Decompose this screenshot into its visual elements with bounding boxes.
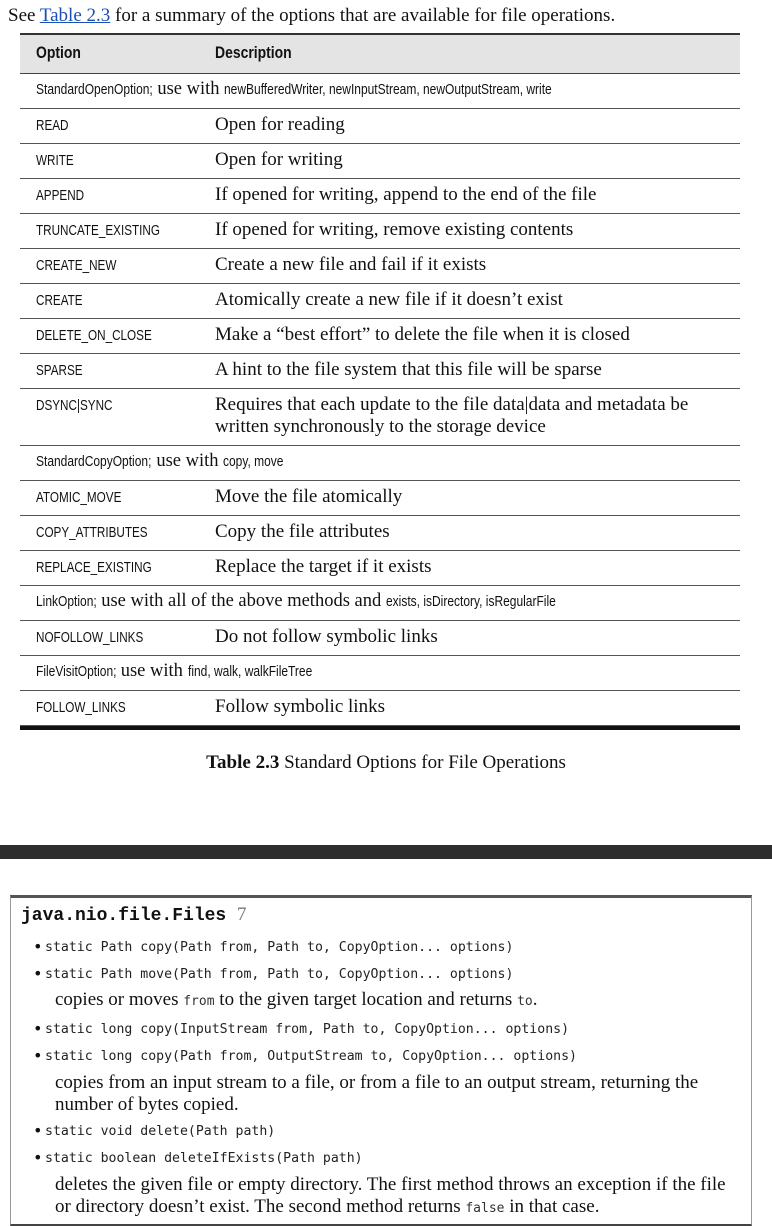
option-description: Requires that each update to the file da… [215, 394, 689, 437]
table-row: COPY_ATTRIBUTES Copy the file attributes [20, 516, 740, 551]
table-row: ATOMIC_MOVE Move the file atomically [20, 481, 740, 516]
option-name: REPLACE_EXISTING [36, 559, 152, 576]
group-label: StandardCopyOption; use with copy, move [36, 451, 284, 471]
api-class-title: java.nio.file.Files 7 [21, 904, 247, 926]
option-description: Atomically create a new file if it doesn… [215, 289, 563, 310]
option-description: A hint to the file system that this file… [215, 359, 602, 380]
option-description: If opened for writing, append to the end… [215, 184, 597, 205]
option-name: TRUNCATE_EXISTING [36, 222, 160, 239]
option-name: READ [36, 117, 69, 134]
method-signature: static boolean deleteIfExists(Path path) [33, 1148, 363, 1167]
method-description: deletes the given file or empty director… [55, 1174, 726, 1217]
option-description: Follow symbolic links [215, 696, 385, 717]
option-name: WRITE [36, 152, 74, 169]
api-version: 7 [237, 904, 247, 925]
table-row: NOFOLLOW_LINKS Do not follow symbolic lin… [20, 621, 740, 656]
table-group-row: StandardOpenOption; use with newBuffered… [20, 74, 740, 109]
method-description: copies from an input stream to a file, o… [55, 1072, 699, 1115]
table-row: WRITE Open for writing [20, 144, 740, 179]
table-row: CREATE_NEW Create a new file and fail if … [20, 249, 740, 284]
option-description: Open for reading [215, 114, 345, 135]
option-name: FOLLOW_LINKS [36, 699, 126, 716]
api-box: java.nio.file.Files 7 static Path copy(P… [10, 895, 752, 1226]
option-name: ATOMIC_MOVE [36, 489, 122, 506]
intro-paragraph: See Table 2.3 for a summary of the optio… [8, 5, 616, 26]
table-row: TRUNCATE_EXISTING If opened for writing, … [20, 214, 740, 249]
table-bottom-rule [20, 726, 740, 730]
method-signature: static void delete(Path path) [33, 1121, 275, 1140]
option-description: Open for writing [215, 149, 343, 170]
table-row: SPARSE A hint to the file system that thi… [20, 354, 740, 389]
table-row: CREATE Atomically create a new file if it… [20, 284, 740, 319]
table-reference-link[interactable]: Table 2.3 [40, 5, 110, 26]
table-row: REPLACE_EXISTING Replace the target if it… [20, 551, 740, 586]
option-description: Do not follow symbolic links [215, 626, 438, 647]
method-signature: static long copy(Path from, OutputStream… [33, 1046, 577, 1065]
group-label: StandardOpenOption; use with newBuffered… [36, 79, 552, 99]
option-name: COPY_ATTRIBUTES [36, 524, 148, 541]
option-description: Replace the target if it exists [215, 556, 432, 577]
option-description: Move the file atomically [215, 486, 403, 507]
option-name: DSYNC|SYNC [36, 397, 113, 414]
table-group-row: StandardCopyOption; use with copy, move [20, 446, 740, 481]
group-label: FileVisitOption; use with find, walk, wa… [36, 661, 312, 681]
table-group-row: LinkOption; use with all of the above me… [20, 586, 740, 621]
option-name: NOFOLLOW_LINKS [36, 629, 144, 646]
table-group-row: FileVisitOption; use with find, walk, wa… [20, 656, 740, 691]
table-row: READ Open for reading [20, 109, 740, 144]
table-row: FOLLOW_LINKS Follow symbolic links [20, 691, 740, 726]
option-name: CREATE_NEW [36, 257, 117, 274]
method-signature: static Path move(Path from, Path to, Cop… [33, 964, 513, 983]
method-signature: static long copy(InputStream from, Path … [33, 1019, 569, 1038]
option-name: APPEND [36, 187, 85, 204]
option-name: SPARSE [36, 362, 83, 379]
table-row: DSYNC|SYNC Requires that each update to t… [20, 389, 740, 446]
option-description: Copy the file attributes [215, 521, 390, 542]
option-description: If opened for writing, remove existing c… [215, 219, 574, 240]
header-option: Option [36, 43, 81, 62]
group-label: LinkOption; use with all of the above me… [36, 591, 556, 611]
option-description: Create a new file and fail if it exists [215, 254, 487, 275]
table-caption: Table 2.3 Standard Options for File Oper… [206, 752, 566, 773]
options-table: Option Description StandardOpenOption; u… [20, 33, 740, 730]
section-divider [0, 845, 772, 859]
option-name: DELETE_ON_CLOSE [36, 327, 152, 344]
option-description: Make a “best effort” to delete the file … [215, 324, 630, 345]
method-signature: static Path copy(Path from, Path to, Cop… [33, 937, 513, 956]
table-row: DELETE_ON_CLOSE Make a “best effort” to d… [20, 319, 740, 354]
method-description: copies or moves from to the given target… [55, 989, 538, 1010]
table-row: APPEND If opened for writing, append to t… [20, 179, 740, 214]
header-description: Description [215, 43, 292, 62]
option-name: CREATE [36, 292, 83, 309]
table-header: Option Description [20, 33, 740, 74]
